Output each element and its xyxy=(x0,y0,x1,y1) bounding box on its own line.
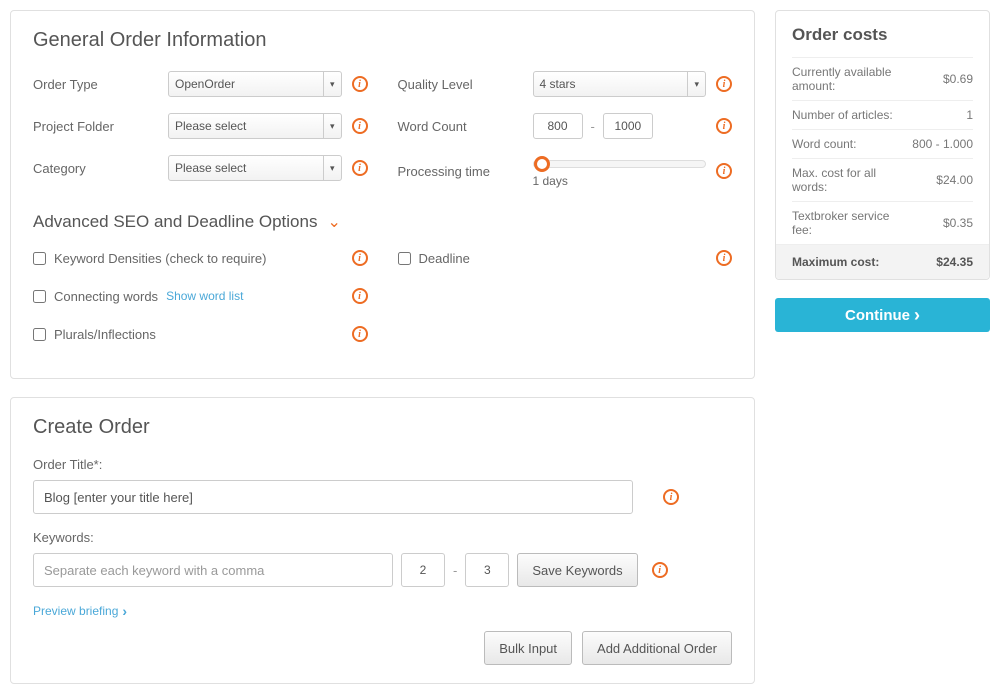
processing-time-slider[interactable] xyxy=(533,160,707,168)
general-title: General Order Information xyxy=(33,29,732,52)
info-icon[interactable] xyxy=(352,326,368,342)
cost-row: Word count: 800 - 1.000 xyxy=(792,129,973,158)
keyword-min-input[interactable] xyxy=(401,553,445,587)
order-title-input[interactable] xyxy=(33,480,633,514)
info-icon[interactable] xyxy=(352,160,368,176)
preview-briefing-link[interactable]: Preview briefing xyxy=(33,603,127,619)
save-keywords-button[interactable]: Save Keywords xyxy=(517,553,637,587)
info-icon[interactable] xyxy=(352,288,368,304)
cost-row-total: Maximum cost: $24.35 xyxy=(776,244,989,279)
category-select[interactable]: Please select xyxy=(168,155,342,181)
deadline-label: Deadline xyxy=(419,251,470,266)
quality-level-label: Quality Level xyxy=(398,77,533,92)
connecting-words-checkbox[interactable] xyxy=(33,290,46,303)
deadline-checkbox[interactable] xyxy=(398,252,411,265)
order-costs-panel: Order costs Currently available amount: … xyxy=(775,10,990,280)
general-order-panel: General Order Information Order Type Ope… xyxy=(10,10,755,379)
info-icon[interactable] xyxy=(352,250,368,266)
project-folder-select[interactable]: Please select xyxy=(168,113,342,139)
info-icon[interactable] xyxy=(652,562,668,578)
bulk-input-button[interactable]: Bulk Input xyxy=(484,631,572,665)
quality-level-select[interactable]: 4 stars xyxy=(533,71,707,97)
order-title-label: Order Title*: xyxy=(33,457,732,472)
order-type-select[interactable]: OpenOrder xyxy=(168,71,342,97)
info-icon[interactable] xyxy=(716,76,732,92)
show-word-list-link[interactable]: Show word list xyxy=(166,289,243,303)
cost-row: Max. cost for all words: $24.00 xyxy=(792,158,973,201)
keyword-densities-label: Keyword Densities (check to require) xyxy=(54,251,266,266)
info-icon[interactable] xyxy=(716,250,732,266)
info-icon[interactable] xyxy=(663,489,679,505)
keyword-densities-checkbox[interactable] xyxy=(33,252,46,265)
info-icon[interactable] xyxy=(352,76,368,92)
cost-row: Currently available amount: $0.69 xyxy=(792,57,973,100)
continue-button[interactable]: Continue xyxy=(775,298,990,332)
cost-row: Number of articles: 1 xyxy=(792,100,973,129)
keywords-label: Keywords: xyxy=(33,530,732,545)
add-additional-order-button[interactable]: Add Additional Order xyxy=(582,631,732,665)
chevron-down-icon[interactable]: ⌄ xyxy=(327,212,340,232)
keyword-max-input[interactable] xyxy=(465,553,509,587)
word-count-min-input[interactable] xyxy=(533,113,583,139)
category-label: Category xyxy=(33,161,168,176)
keywords-input[interactable] xyxy=(33,553,393,587)
advanced-seo-title: Advanced SEO and Deadline Options xyxy=(33,212,317,232)
order-costs-title: Order costs xyxy=(792,25,973,45)
plurals-checkbox[interactable] xyxy=(33,328,46,341)
processing-time-value: 1 days xyxy=(533,174,707,188)
word-count-max-input[interactable] xyxy=(603,113,653,139)
slider-thumb[interactable] xyxy=(534,156,550,172)
info-icon[interactable] xyxy=(352,118,368,134)
cost-row: Textbroker service fee: $0.35 xyxy=(792,201,973,244)
order-type-label: Order Type xyxy=(33,77,168,92)
connecting-words-label: Connecting words xyxy=(54,289,158,304)
project-folder-label: Project Folder xyxy=(33,119,168,134)
dash: - xyxy=(591,119,595,134)
create-order-panel: Create Order Order Title*: Keywords: - S… xyxy=(10,397,755,684)
info-icon[interactable] xyxy=(716,118,732,134)
create-order-title: Create Order xyxy=(33,416,732,439)
plurals-label: Plurals/Inflections xyxy=(54,327,156,342)
processing-time-label: Processing time xyxy=(398,164,533,179)
word-count-label: Word Count xyxy=(398,119,533,134)
info-icon[interactable] xyxy=(716,163,732,179)
